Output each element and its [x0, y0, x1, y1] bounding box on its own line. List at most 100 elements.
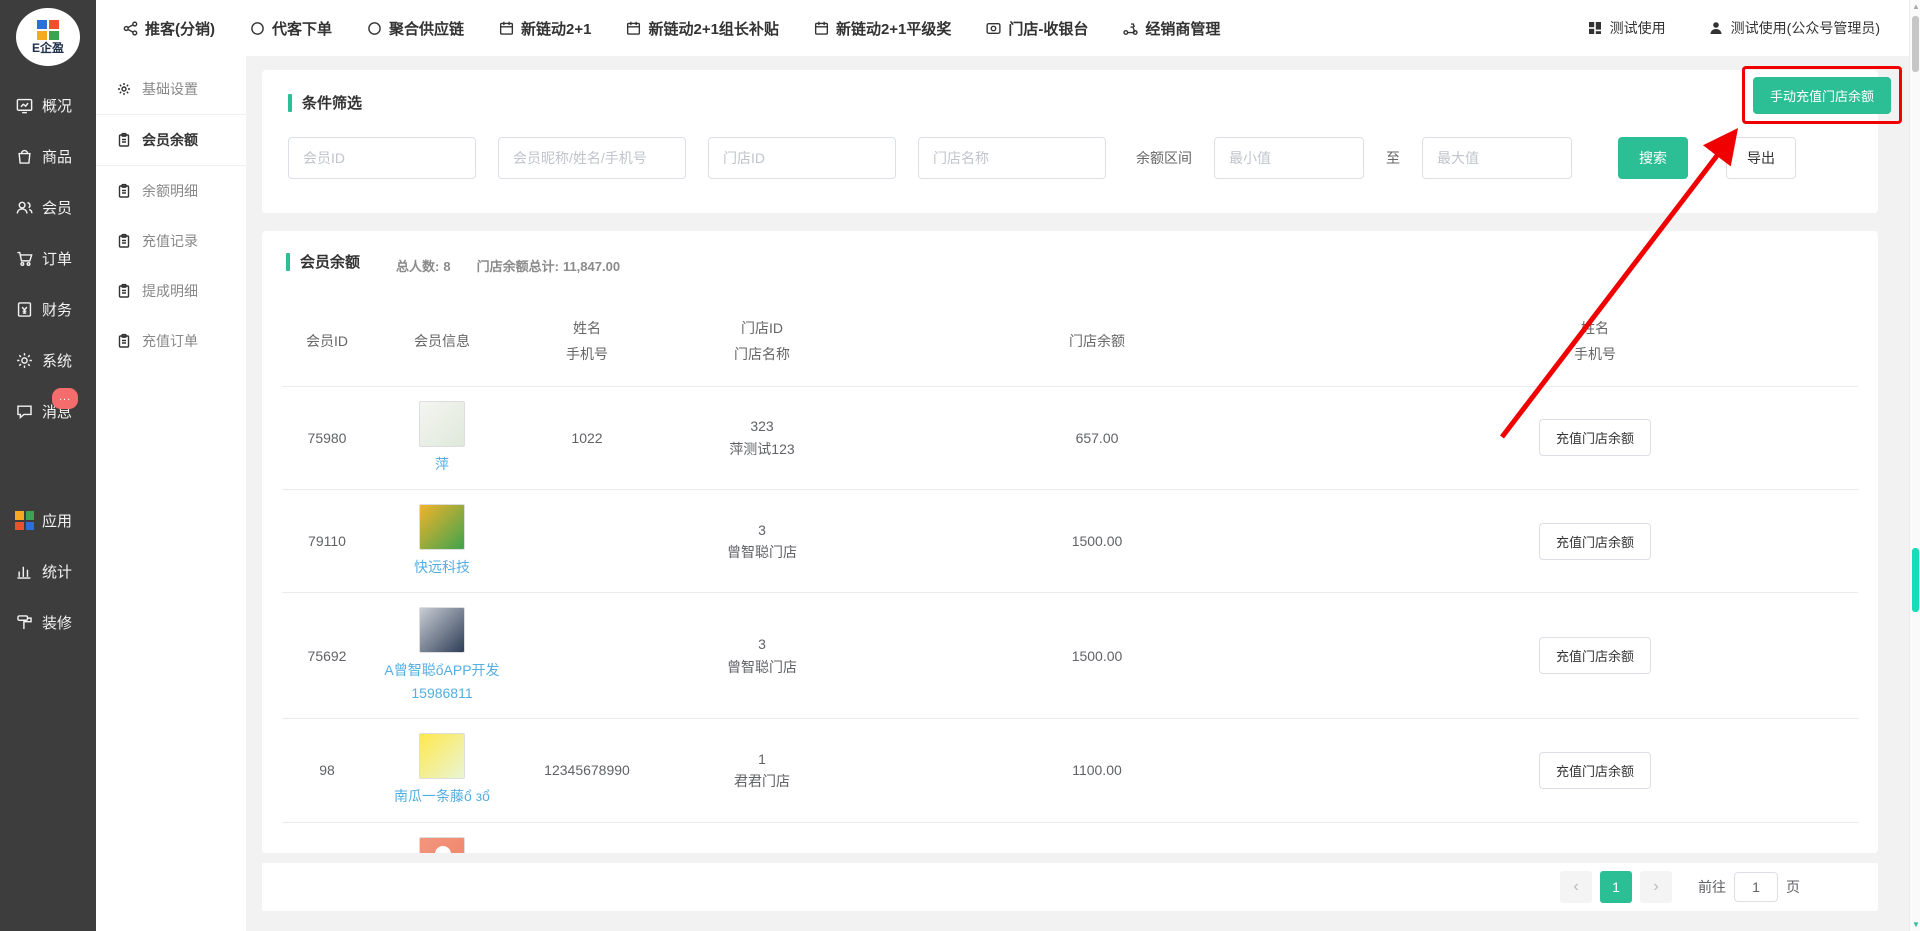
sidebar-item-order[interactable]: 订单 [0, 233, 96, 284]
member-info-cell: 快远科技 [372, 504, 512, 578]
sidebar-item-label: 财务 [42, 299, 72, 320]
app-root: E企盈 概况 商品 会员 订单 财务 系统 消息 [0, 0, 1920, 931]
brand-logo[interactable]: E企盈 [0, 0, 96, 80]
scroll-down-arrow[interactable]: ▼ [1912, 920, 1920, 929]
stats-icon [15, 562, 34, 581]
min-value-input[interactable] [1214, 137, 1364, 179]
manual-recharge-button[interactable]: 手动充值门店余额 [1753, 77, 1891, 114]
export-button[interactable]: 导出 [1726, 137, 1796, 179]
member-nickname-input[interactable] [498, 137, 686, 179]
avatar[interactable] [419, 607, 465, 653]
phone-cell: 12345678990 [512, 759, 662, 781]
sidebar-item-apps[interactable]: 应用 [0, 495, 96, 546]
col-store-balance: 门店余额 [862, 328, 1332, 355]
page-number-1[interactable]: 1 [1600, 871, 1632, 903]
topnav-item-chain-21[interactable]: 新链动2+1 [498, 18, 591, 39]
member-name-link[interactable]: A曾智聪ổAPP开发15986811 [372, 659, 512, 704]
test-app-entry[interactable]: 测试使用 [1587, 18, 1666, 38]
sidebar-item-goods[interactable]: 商品 [0, 131, 96, 182]
top-bar: 推客(分销) 代客下单 聚合供应链 新链动2+1 新链动2+1组长补贴 [96, 0, 1920, 56]
recharge-store-balance-button[interactable]: 充值门店余额 [1539, 752, 1651, 789]
sidebar-item-label: 商品 [42, 146, 72, 167]
search-button[interactable]: 搜索 [1618, 137, 1688, 179]
sidebar-spacer [0, 437, 96, 495]
sidebar-item-stats[interactable]: 统计 [0, 546, 96, 597]
submenu-item-balance-detail[interactable]: 余额明细 [96, 166, 246, 216]
clipboard-icon [116, 233, 132, 249]
scroll-up-arrow[interactable]: ▲ [1912, 2, 1920, 11]
sidebar-item-label: 订单 [42, 248, 72, 269]
sidebar-item-member[interactable]: 会员 [0, 182, 96, 233]
table-title-row: 会员余额 总人数:8 门店余额总计:11,847.00 [282, 251, 1858, 275]
balance-range-label: 余额区间 [1136, 148, 1192, 168]
system-gear-icon [15, 351, 34, 370]
scrollbar-thumb[interactable] [1912, 16, 1919, 72]
submenu-item-recharge-order[interactable]: 充值订单 [96, 316, 246, 366]
submenu-item-member-balance[interactable]: 会员余额 [96, 115, 246, 166]
sidebar-item-finance[interactable]: 财务 [0, 284, 96, 335]
col-name-phone: 姓名手机号 [512, 315, 662, 368]
store-name: 萍测试123 [662, 438, 862, 460]
next-page-button[interactable]: › [1640, 871, 1672, 903]
prev-page-button[interactable]: ‹ [1560, 871, 1592, 903]
submenu-item-basic-settings[interactable]: 基础设置 [96, 64, 246, 115]
title-accent-bar [286, 253, 290, 271]
store-name: 曾智聪门店 [662, 656, 862, 678]
filter-card: 条件筛选 余额区间 至 搜索 导出 [262, 70, 1878, 213]
topnav-item-cashier[interactable]: 门店-收银台 [985, 18, 1088, 39]
avatar[interactable] [419, 733, 465, 779]
member-name-link[interactable]: 快远科技 [414, 556, 470, 578]
topnav-item-chain-21-level[interactable]: 新链动2+1平级奖 [813, 18, 951, 39]
overview-icon [15, 96, 34, 115]
clipboard-icon [116, 132, 132, 148]
share-icon [122, 20, 139, 37]
vertical-scrollbar[interactable]: ▲ ▼ [1909, 0, 1920, 931]
sidebar-item-message[interactable]: 消息 ... [0, 386, 96, 437]
goods-icon [15, 147, 34, 166]
topnav-item-supply-chain[interactable]: 聚合供应链 [366, 18, 464, 39]
store-balance-cell: 1100.00 [862, 759, 1332, 781]
action-cell: 充值门店余额 [1332, 523, 1858, 560]
topnav-item-dealer[interactable]: 经销商管理 [1122, 18, 1220, 39]
store-id-input[interactable] [708, 137, 896, 179]
recharge-store-balance-button[interactable]: 充值门店余额 [1539, 419, 1651, 456]
sidebar-item-decorate[interactable]: 装修 [0, 597, 96, 648]
avatar[interactable] [419, 401, 465, 447]
submenu-item-commission-detail[interactable]: 提成明细 [96, 266, 246, 316]
topnav-label: 推客(分销) [145, 18, 215, 39]
member-id-input[interactable] [288, 137, 476, 179]
avatar[interactable] [419, 504, 465, 550]
topnav-item-distribution[interactable]: 推客(分销) [122, 18, 215, 39]
table-header: 会员ID 会员信息 姓名手机号 门店ID门店名称 门店余额 姓名手机号 [282, 309, 1858, 386]
member-info-cell: 萍 [372, 401, 512, 475]
recharge-store-balance-button[interactable]: 充值门店余额 [1539, 523, 1651, 560]
store-cell: 323 萍测试123 [662, 851, 862, 853]
member-name-link[interactable]: 萍 [435, 453, 449, 475]
topnav-item-chain-21-leader[interactable]: 新链动2+1组长补贴 [625, 18, 778, 39]
action-cell: 充值门店余额 [1332, 752, 1858, 789]
store-id: 1 [662, 748, 862, 770]
current-user[interactable]: 测试使用(公众号管理员) [1708, 18, 1880, 38]
gear-icon [116, 81, 132, 97]
recharge-store-balance-button[interactable]: 充值门店余额 [1539, 637, 1651, 674]
member-name-link[interactable]: 南瓜一条藤ổ зổ [394, 785, 490, 807]
store-name-input[interactable] [918, 137, 1106, 179]
store-cell: 1 君君门店 [662, 748, 862, 793]
submenu-label: 基础设置 [142, 79, 198, 99]
sidebar-item-system[interactable]: 系统 [0, 335, 96, 386]
member-info-cell: 南瓜一条藤ổ зổ [372, 733, 512, 807]
goto-label: 前往 [1698, 877, 1726, 897]
sidebar-item-label: 概况 [42, 95, 72, 116]
sidebar-item-label: 应用 [42, 510, 72, 531]
sidebar-item-overview[interactable]: 概况 [0, 80, 96, 131]
table-row: 98 南瓜一条藤ổ зổ 12345678990 1 君君门店 1100.00 … [282, 718, 1858, 821]
scrollbar-indicator[interactable] [1912, 548, 1919, 612]
avatar[interactable] [419, 837, 465, 853]
action-cell: 充值门店余额 [1332, 419, 1858, 456]
clipboard-icon [116, 183, 132, 199]
topnav-item-proxy-order[interactable]: 代客下单 [249, 18, 332, 39]
max-value-input[interactable] [1422, 137, 1572, 179]
submenu-item-recharge-record[interactable]: 充值记录 [96, 216, 246, 266]
top-nav: 推客(分销) 代客下单 聚合供应链 新链动2+1 新链动2+1组长补贴 [122, 18, 1220, 39]
goto-page-input[interactable] [1734, 872, 1778, 902]
